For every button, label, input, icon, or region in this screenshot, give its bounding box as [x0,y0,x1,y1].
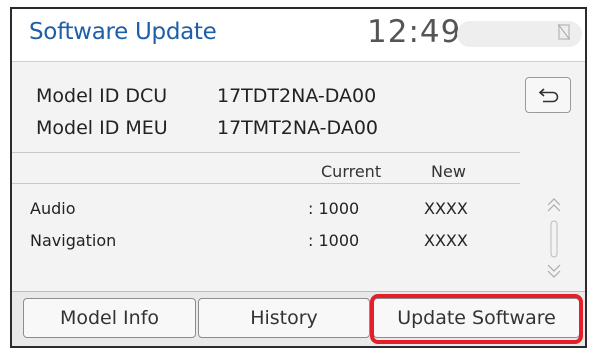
model-id-dcu-value: 17TDT2NA-DA00 [217,85,377,107]
model-id-meu-value: 17TMT2NA-DA00 [217,117,378,139]
tab-model-info[interactable]: Model Info [23,298,196,338]
column-header-current: Current [321,162,382,181]
scroll-track[interactable] [550,220,558,258]
model-id-dcu-label: Model ID DCU [36,85,168,107]
divider [12,183,520,184]
row-audio-name: Audio [30,199,76,218]
chevron-double-down-icon[interactable] [547,264,561,278]
row-navigation-name: Navigation [30,231,117,250]
status-area [457,21,582,47]
page-title: Software Update [29,19,217,45]
row-audio-new: XXXX [424,199,468,218]
row-navigation-current: : 1000 [308,231,360,250]
row-audio-current: : 1000 [308,199,360,218]
no-signal-icon [558,24,570,40]
chevron-double-up-icon[interactable] [547,198,561,212]
column-header-new: New [431,162,466,181]
clock: 12:49 [367,14,462,50]
row-navigation-new: XXXX [424,231,468,250]
tab-history[interactable]: History [198,298,370,338]
back-arrow-icon [538,88,559,103]
back-button[interactable] [525,77,571,113]
head-unit-screen: Software Update 12:49 Model ID DCU 17TDT… [10,7,587,348]
model-id-meu-label: Model ID MEU [36,117,168,139]
divider [12,152,520,153]
title-bar: Software Update 12:49 [12,9,585,62]
scrollbar[interactable] [544,195,564,283]
update-software-highlight [370,294,583,344]
